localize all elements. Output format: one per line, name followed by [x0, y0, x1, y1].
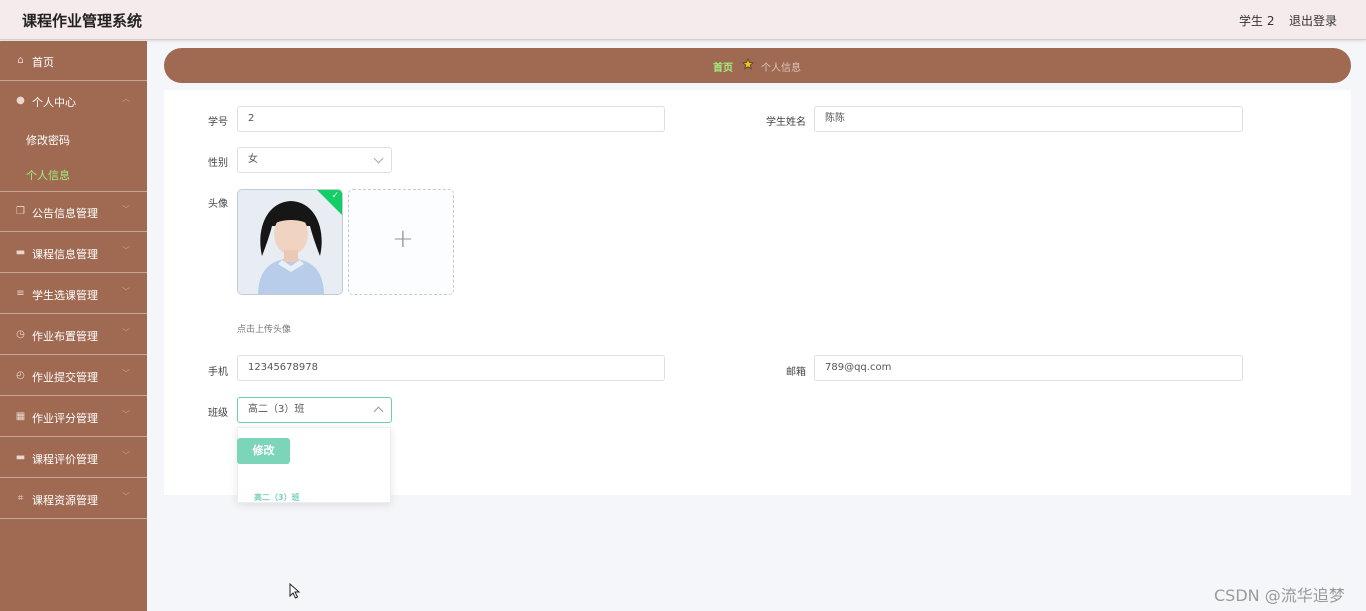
chevron-down-icon: ﹀ [122, 492, 130, 501]
chat-icon: ▬ [15, 452, 26, 463]
top-bar: 课程作业管理系统 学生 2 退出登录 [0, 0, 1366, 40]
monitor-icon: ▬ [15, 247, 26, 258]
sidebar-item-label: 课程信息管理 [32, 248, 98, 261]
breadcrumb-home[interactable]: 首页 [713, 59, 733, 74]
student-no-label: 学号 [208, 117, 228, 128]
compass-icon: ◴ [16, 370, 25, 381]
check-icon: ✓ [331, 191, 339, 201]
sidebar-subitem-label: 修改密码 [26, 134, 70, 147]
plus-icon: + [392, 224, 414, 254]
sidebar-item-home[interactable]: ⌂ 首页 [0, 41, 147, 81]
sidebar-item-label: 课程资源管理 [32, 494, 98, 507]
class-value: 高二（3）班 [248, 404, 305, 415]
breadcrumb-current: 个人信息 [761, 63, 801, 74]
sidebar-item-label: 首页 [32, 56, 54, 69]
list-icon: ≡ [16, 288, 25, 299]
sidebar-item-course-info[interactable]: ▬ 课程信息管理 ﹀ [0, 233, 147, 273]
gender-select[interactable]: 女 [237, 147, 392, 173]
sidebar-item-label: 学生选课管理 [32, 289, 98, 302]
sidebar-item-assignment-submit[interactable]: ◴ 作业提交管理 ﹀ [0, 356, 147, 396]
phone-input[interactable]: 12345678978 [237, 355, 665, 381]
avatar-photo [238, 190, 342, 294]
sidebar: ⌂ 首页 ● 个人中心 ︿ 修改密码 个人信息 ❐ 公告信息管理 ﹀ ▬ 课程信… [0, 41, 147, 611]
email-label: 邮箱 [786, 367, 806, 378]
chevron-down-icon: ﹀ [122, 287, 130, 296]
chevron-down-icon: ﹀ [122, 246, 130, 255]
class-select[interactable]: 高二（3）班 [237, 397, 392, 423]
upload-hint: 点击上传头像 [237, 325, 292, 335]
sidebar-item-label: 作业布置管理 [32, 330, 98, 343]
chevron-up-icon [373, 406, 384, 417]
current-user[interactable]: 学生 2 [1239, 12, 1274, 29]
sidebar-item-label: 公告信息管理 [32, 207, 98, 220]
sidebar-item-notice[interactable]: ❐ 公告信息管理 ﹀ [0, 192, 147, 232]
sidebar-item-label: 个人中心 [32, 96, 76, 109]
sidebar-item-course-review[interactable]: ▬ 课程评价管理 ﹀ [0, 438, 147, 478]
breadcrumb: 首页 个人信息 [164, 48, 1351, 83]
chevron-down-icon: ﹀ [122, 205, 130, 214]
logout-link[interactable]: 退出登录 [1289, 12, 1337, 29]
class-label: 班级 [208, 408, 228, 419]
gender-value: 女 [248, 154, 258, 165]
submit-button[interactable]: 修改 [237, 438, 290, 464]
student-name-label: 学生姓名 [766, 117, 806, 128]
chevron-down-icon: ﹀ [122, 369, 130, 378]
grid-icon: ▦ [15, 411, 26, 422]
avatar-label: 头像 [208, 199, 228, 210]
app-title: 课程作业管理系统 [22, 12, 143, 30]
crop-icon: ⌗ [17, 493, 24, 504]
sidebar-item-label: 作业评分管理 [32, 412, 98, 425]
sidebar-subitem-change-password[interactable]: 修改密码 [0, 121, 147, 156]
student-name-input[interactable]: 陈陈 [814, 106, 1243, 132]
sidebar-item-course-selection[interactable]: ≡ 学生选课管理 ﹀ [0, 274, 147, 314]
email-input[interactable]: 789@qq.com [814, 355, 1243, 381]
sidebar-item-course-resources[interactable]: ⌗ 课程资源管理 ﹀ [0, 479, 147, 519]
home-icon: ⌂ [17, 55, 24, 66]
copy-icon: ❐ [16, 206, 25, 217]
phone-label: 手机 [208, 367, 228, 378]
star-icon [742, 58, 754, 70]
class-option-selected[interactable]: 高二（3）班 [254, 492, 300, 502]
sidebar-subitem-personal-info[interactable]: 个人信息 [0, 156, 147, 192]
chevron-down-icon: ﹀ [122, 328, 130, 337]
gender-label: 性别 [208, 158, 228, 169]
sidebar-item-assignment-publish[interactable]: ◷ 作业布置管理 ﹀ [0, 315, 147, 355]
watermark: CSDN @流华追梦 [1214, 586, 1345, 605]
avatar-thumbnail[interactable]: ✓ [237, 189, 343, 295]
mouse-cursor-icon [289, 583, 301, 599]
student-no-input[interactable]: 2 [237, 106, 665, 132]
clock-icon: ◷ [16, 329, 25, 340]
sidebar-item-personal-center[interactable]: ● 个人中心 ︿ [0, 81, 147, 121]
chevron-down-icon: ﹀ [122, 451, 130, 460]
chevron-up-icon: ︿ [122, 94, 130, 103]
sidebar-subitem-label: 个人信息 [26, 169, 70, 182]
chevron-down-icon [373, 153, 384, 164]
user-icon: ● [16, 95, 25, 106]
sidebar-item-label: 课程评价管理 [32, 453, 98, 466]
chevron-down-icon: ﹀ [122, 410, 130, 419]
avatar-upload-button[interactable]: + [348, 189, 454, 295]
sidebar-item-assignment-grading[interactable]: ▦ 作业评分管理 ﹀ [0, 397, 147, 437]
sidebar-item-label: 作业提交管理 [32, 371, 98, 384]
